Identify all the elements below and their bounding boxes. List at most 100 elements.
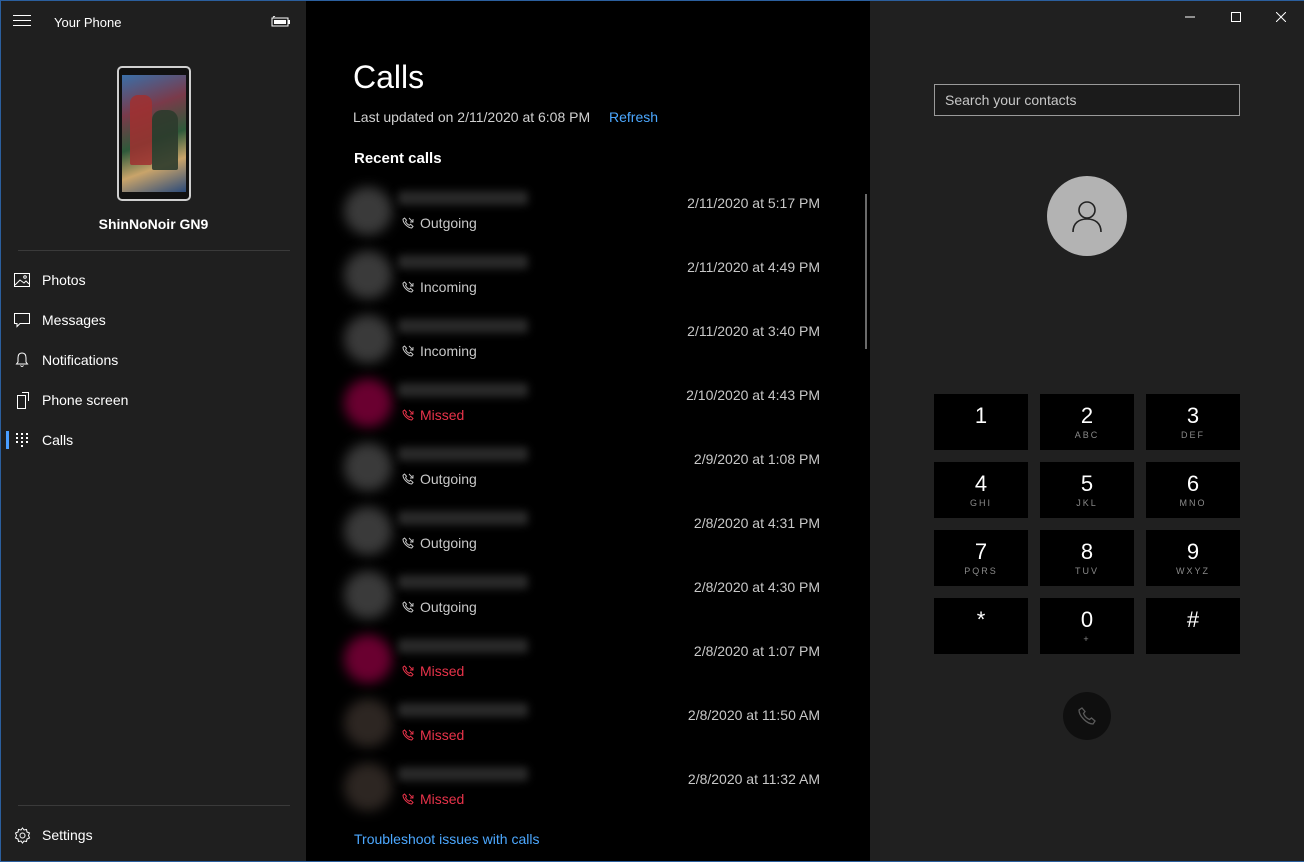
avatar (344, 571, 392, 619)
avatar (344, 379, 392, 427)
call-type: Missed (402, 791, 464, 807)
hamburger-menu-icon[interactable] (13, 15, 31, 29)
contact-name-redacted (398, 191, 528, 205)
call-type: Incoming (402, 343, 477, 359)
dialpad-key[interactable]: 3 DEF (1146, 394, 1240, 450)
dialpad-digit: 9 (1186, 538, 1200, 564)
dialpad-key[interactable]: 5 JKL (1040, 462, 1134, 518)
outgoing-call-icon (402, 473, 414, 485)
sidebar-item-label: Phone screen (42, 392, 129, 408)
sidebar-item-photos[interactable]: Photos (1, 261, 306, 299)
call-time: 2/8/2020 at 4:30 PM (693, 579, 820, 595)
troubleshoot-link[interactable]: Troubleshoot issues with calls (354, 831, 539, 847)
call-list-item[interactable]: Incoming 2/11/2020 at 4:49 PM (336, 251, 826, 315)
avatar (344, 763, 392, 811)
call-type-label: Outgoing (420, 599, 477, 615)
minimize-button[interactable] (1167, 1, 1213, 33)
call-list-item[interactable]: Missed 2/8/2020 at 1:07 PM (336, 635, 826, 699)
sidebar: Your Phone ShinNoNoir GN9 Photos Message… (1, 1, 306, 861)
close-button[interactable] (1258, 1, 1304, 33)
call-list-item[interactable]: Outgoing 2/11/2020 at 5:17 PM (336, 187, 826, 251)
recent-calls-heading: Recent calls (354, 150, 442, 167)
search-contacts-input[interactable] (934, 84, 1240, 116)
sidebar-item-label: Photos (42, 272, 86, 288)
call-list-item[interactable]: Outgoing 2/8/2020 at 4:30 PM (336, 571, 826, 635)
call-list-item[interactable]: Incoming 2/11/2020 at 3:40 PM (336, 315, 826, 379)
call-list-item[interactable]: Missed 2/8/2020 at 11:50 AM (336, 699, 826, 763)
call-time: 2/8/2020 at 4:31 PM (693, 515, 820, 531)
dialpad-key[interactable]: # (1146, 598, 1240, 654)
call-type: Outgoing (402, 215, 477, 231)
contact-name-redacted (398, 767, 528, 781)
sidebar-item-calls[interactable]: Calls (1, 421, 306, 459)
dialpad-key[interactable]: 8 TUV (1040, 530, 1134, 586)
outgoing-call-icon (402, 537, 414, 549)
contact-name-redacted (398, 255, 528, 269)
sidebar-item-phone-screen[interactable]: Phone screen (1, 381, 306, 419)
call-type: Missed (402, 727, 464, 743)
dialpad-letters: + (1083, 633, 1091, 644)
dialpad-digit: * (976, 606, 986, 632)
dialpad-key[interactable]: * (934, 598, 1028, 654)
missed-call-icon (402, 793, 414, 805)
dialpad-key[interactable]: 2 ABC (1040, 394, 1134, 450)
dialpad-key[interactable]: 6 MNO (1146, 462, 1240, 518)
battery-icon (271, 16, 290, 27)
dialpad-digit: 0 (1080, 606, 1094, 632)
dialpad-key[interactable]: 4 GHI (934, 462, 1028, 518)
last-updated-text: Last updated on 2/11/2020 at 6:08 PM (353, 109, 591, 125)
call-list-item[interactable]: Missed 2/8/2020 at 11:32 AM (336, 763, 826, 827)
incoming-call-icon (402, 345, 414, 357)
minimize-icon (1185, 16, 1195, 18)
call-type-label: Outgoing (420, 535, 477, 551)
sidebar-item-label: Notifications (42, 352, 119, 368)
call-time: 2/8/2020 at 11:32 AM (687, 771, 820, 787)
call-list-item[interactable]: Missed 2/10/2020 at 4:43 PM (336, 379, 826, 443)
refresh-link[interactable]: Refresh (609, 109, 658, 125)
call-button[interactable] (1063, 692, 1111, 740)
dialpad-key[interactable]: 7 PQRS (934, 530, 1028, 586)
photos-icon (13, 271, 31, 289)
active-indicator (6, 431, 9, 449)
maximize-button[interactable] (1213, 1, 1259, 33)
dialpad-icon (13, 431, 31, 449)
sidebar-item-settings[interactable]: Settings (1, 816, 306, 854)
contact-name-redacted (398, 703, 528, 717)
close-icon (1276, 12, 1286, 22)
call-list-item[interactable]: Outgoing 2/8/2020 at 4:31 PM (336, 507, 826, 571)
gear-icon (13, 826, 31, 844)
phone-icon (1078, 707, 1096, 725)
sidebar-item-notifications[interactable]: Notifications (1, 341, 306, 379)
call-type: Outgoing (402, 599, 477, 615)
call-time: 2/11/2020 at 3:40 PM (687, 323, 820, 339)
call-time: 2/11/2020 at 4:49 PM (687, 259, 820, 275)
call-type: Missed (402, 407, 464, 423)
dialpad-letters: GHI (969, 497, 992, 508)
sidebar-item-messages[interactable]: Messages (1, 301, 306, 339)
device-name: ShinNoNoir GN9 (98, 216, 209, 232)
app-title: Your Phone (54, 15, 122, 30)
sidebar-item-label: Settings (42, 827, 93, 843)
contact-name-redacted (398, 447, 528, 461)
missed-call-icon (402, 409, 414, 421)
dialpad-digit: 2 (1080, 402, 1094, 428)
dialpad-letters: JKL (1076, 497, 1098, 508)
call-list-item[interactable]: Outgoing 2/9/2020 at 1:08 PM (336, 443, 826, 507)
dialpad-digit: 5 (1080, 470, 1094, 496)
call-type-label: Missed (420, 663, 465, 679)
missed-call-icon (402, 729, 414, 741)
call-time: 2/8/2020 at 11:50 AM (687, 707, 820, 723)
phone-screen-icon (13, 391, 31, 409)
call-type-label: Missed (420, 407, 465, 423)
dialer-panel: 12ABC3DEF4GHI5JKL6MNO7PQRS8TUV9WXYZ*0+# (870, 1, 1304, 861)
avatar (344, 443, 392, 491)
scrollbar[interactable] (865, 194, 867, 349)
incoming-call-icon (402, 281, 414, 293)
sidebar-divider (18, 250, 290, 251)
contact-name-redacted (398, 511, 528, 525)
dialpad-letters: MNO (1179, 497, 1207, 508)
dialpad-key[interactable]: 0 + (1040, 598, 1134, 654)
dialpad-key[interactable]: 1 (934, 394, 1028, 450)
dialpad-key[interactable]: 9 WXYZ (1146, 530, 1240, 586)
dialpad-letters: WXYZ (1176, 565, 1210, 576)
